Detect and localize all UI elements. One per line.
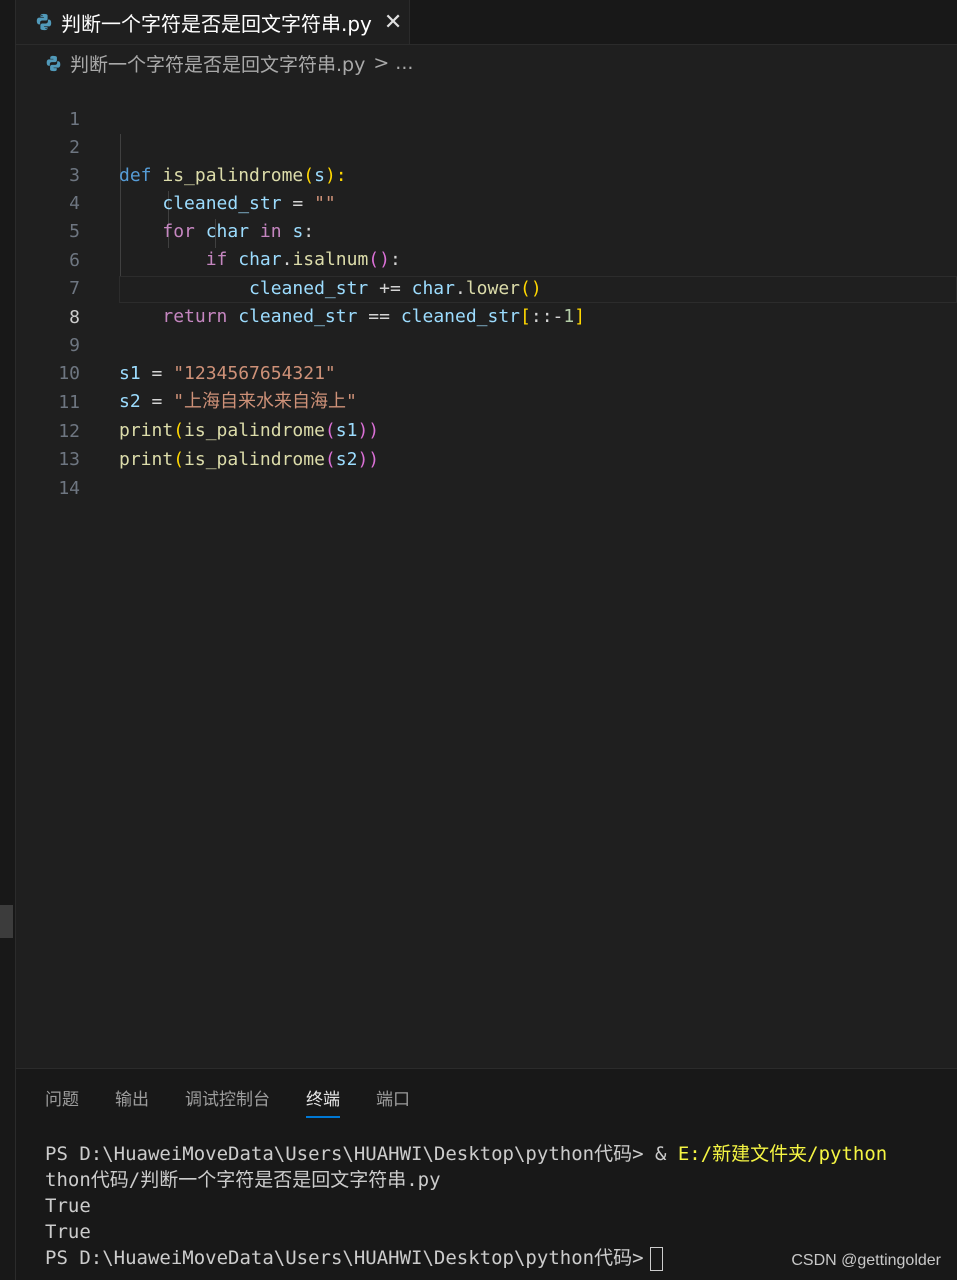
code-line: 13 <box>16 418 957 470</box>
code-line: 1 <box>16 78 957 130</box>
code-line: 6 cleaned_str += char.lower() <box>16 219 957 299</box>
terminal-output: True <box>45 1195 91 1217</box>
code-line: 7 return cleaned_str == cleaned_str[::-1… <box>16 247 957 327</box>
tab-title: 判断一个字符是否是回文字符串.py <box>61 11 372 36</box>
tab-bar: 判断一个字符是否是回文字符串.py ✕ <box>16 0 957 45</box>
code-line: 11 print(is_palindrome(s1)) <box>16 361 957 441</box>
terminal-path: E:/新建文件夹/python <box>677 1143 888 1165</box>
python-icon <box>36 13 52 31</box>
code-line: 12 print(is_palindrome(s2)) <box>16 390 957 470</box>
tab-ports[interactable]: 端口 <box>376 1085 410 1118</box>
code-line: 3 cleaned_str = "" <box>16 134 957 214</box>
terminal-amp: & <box>654 1143 678 1165</box>
terminal[interactable]: PS D:\HuaweiMoveData\Users\HUAHWI\Deskto… <box>45 1141 887 1271</box>
bottom-panel: 问题 输出 调试控制台 终端 端口 PS D:\HuaweiMoveData\U… <box>16 1068 957 1280</box>
tab-terminal[interactable]: 终端 <box>306 1085 340 1118</box>
scroll-marker <box>0 905 13 938</box>
breadcrumb: 判断一个字符是否是回文字符串.py > ... <box>16 45 957 81</box>
panel-tabs: 问题 输出 调试控制台 终端 端口 <box>45 1085 446 1118</box>
terminal-cursor <box>649 1246 663 1271</box>
terminal-line: PS D:\HuaweiMoveData\Users\HUAHWI\Deskto… <box>45 1141 887 1167</box>
code-line: 9 s1 = "1234567654321" <box>16 304 957 384</box>
terminal-line: PS D:\HuaweiMoveData\Users\HUAHWI\Deskto… <box>45 1245 887 1271</box>
code-line: 4 for char in s: <box>16 162 957 242</box>
terminal-prompt: PS D:\HuaweiMoveData\Users\HUAHWI\Deskto… <box>45 1247 644 1269</box>
close-tab-icon[interactable]: ✕ <box>384 10 402 35</box>
tab-output[interactable]: 输出 <box>115 1085 149 1118</box>
breadcrumb-symbols[interactable]: ... <box>395 52 413 74</box>
breadcrumb-file[interactable]: 判断一个字符是否是回文字符串.py <box>70 50 365 77</box>
code-line: 8 <box>16 276 957 328</box>
code-line: 5 if char.isalnum(): <box>16 190 957 270</box>
editor-tab[interactable]: 判断一个字符是否是回文字符串.py ✕ <box>16 0 410 44</box>
activity-bar <box>0 0 16 1280</box>
watermark: CSDN @gettingolder <box>791 1252 941 1269</box>
line-number: 14 <box>58 478 80 499</box>
breadcrumb-separator: > <box>373 52 390 74</box>
python-icon <box>46 55 61 71</box>
tab-problems[interactable]: 问题 <box>45 1085 79 1118</box>
code-line: 10 s2 = "上海自来水来自海上" <box>16 332 957 412</box>
code-editor[interactable]: 1 2 def is_palindrome(s): 3 cleaned_str … <box>16 78 957 1068</box>
terminal-line: thon代码/判断一个字符是否是回文字符串.py <box>45 1169 441 1191</box>
terminal-output: True <box>45 1221 91 1243</box>
tab-debug-console[interactable]: 调试控制台 <box>185 1085 270 1118</box>
terminal-prompt: PS D:\HuaweiMoveData\Users\HUAHWI\Deskto… <box>45 1143 655 1165</box>
code-line: 2 def is_palindrome(s): <box>16 106 957 186</box>
code-line: 14 <box>16 447 957 499</box>
